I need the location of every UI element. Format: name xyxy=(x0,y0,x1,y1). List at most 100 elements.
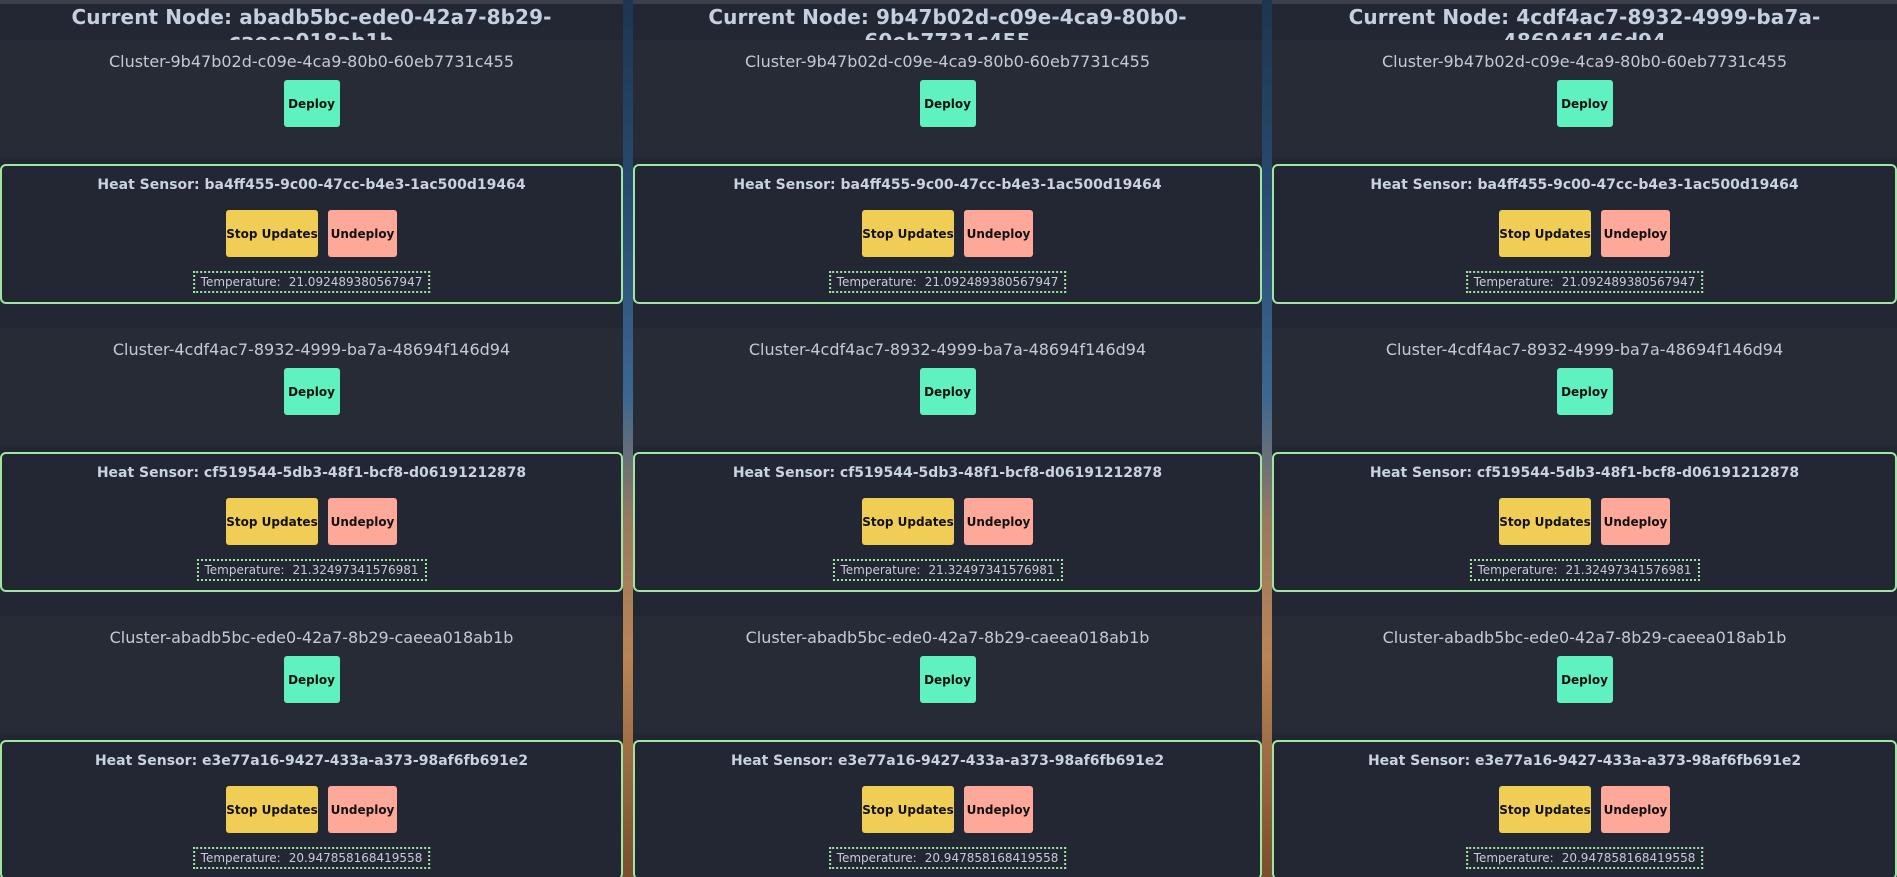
cluster-section: Cluster-9b47b02d-c09e-4ca9-80b0-60eb7731… xyxy=(633,40,1262,157)
stop-updates-button[interactable]: Stop Updates xyxy=(862,498,954,545)
heat-sensor-title: Heat Sensor: e3e77a16-9427-433a-a373-98a… xyxy=(1367,753,1802,769)
cluster-name: Cluster-4cdf4ac7-8932-4999-ba7a-48694f14… xyxy=(1385,340,1784,359)
desktop-wallpaper-strip xyxy=(1262,0,1272,877)
deploy-button[interactable]: Deploy xyxy=(283,80,340,127)
temperature-readout: Temperature: 21.092489380567947 xyxy=(1465,271,1704,293)
heat-sensor-card: Heat Sensor: ba4ff455-9c00-47cc-b4e3-1ac… xyxy=(1272,164,1897,304)
cluster-section: Cluster-9b47b02d-c09e-4ca9-80b0-60eb7731… xyxy=(0,40,623,157)
temperature-readout: Temperature: 21.32497341576981 xyxy=(1469,559,1700,581)
desktop-wallpaper-strip xyxy=(623,0,633,877)
temperature-value: 20.947858168419558 xyxy=(924,851,1059,865)
heat-sensor-title: Heat Sensor: ba4ff455-9c00-47cc-b4e3-1ac… xyxy=(1370,177,1799,193)
deploy-button[interactable]: Deploy xyxy=(1556,656,1613,703)
deploy-button[interactable]: Deploy xyxy=(1556,80,1613,127)
temperature-value: 21.32497341576981 xyxy=(1565,563,1692,577)
cluster-name: Cluster-9b47b02d-c09e-4ca9-80b0-60eb7731… xyxy=(1381,52,1788,71)
temperature-label: Temperature: xyxy=(836,851,917,865)
temperature-label: Temperature: xyxy=(204,563,285,577)
heat-sensor-title: Heat Sensor: cf519544-5db3-48f1-bcf8-d06… xyxy=(96,465,527,481)
node-panel: Current Node: abadb5bc-ede0-42a7-8b29-ca… xyxy=(0,0,623,877)
cluster-section: Cluster-4cdf4ac7-8932-4999-ba7a-48694f14… xyxy=(633,328,1262,445)
stop-updates-button[interactable]: Stop Updates xyxy=(1499,786,1591,833)
cluster-name: Cluster-4cdf4ac7-8932-4999-ba7a-48694f14… xyxy=(748,340,1147,359)
heat-sensor-card: Heat Sensor: cf519544-5db3-48f1-bcf8-d06… xyxy=(1272,452,1897,592)
heat-sensor-title: Heat Sensor: e3e77a16-9427-433a-a373-98a… xyxy=(94,753,529,769)
undeploy-button[interactable]: Undeploy xyxy=(1601,786,1670,833)
sensor-actions: Stop Updates Undeploy xyxy=(1274,210,1895,257)
undeploy-button[interactable]: Undeploy xyxy=(964,498,1033,545)
cluster-section: Cluster-4cdf4ac7-8932-4999-ba7a-48694f14… xyxy=(0,328,623,445)
temperature-readout: Temperature: 21.092489380567947 xyxy=(192,271,431,293)
stop-updates-button[interactable]: Stop Updates xyxy=(862,210,954,257)
cluster-section: Cluster-abadb5bc-ede0-42a7-8b29-caeea018… xyxy=(0,616,623,733)
temperature-label: Temperature: xyxy=(1473,851,1554,865)
temperature-readout: Temperature: 21.32497341576981 xyxy=(196,559,427,581)
temperature-readout: Temperature: 21.092489380567947 xyxy=(828,271,1067,293)
sensor-actions: Stop Updates Undeploy xyxy=(635,786,1260,833)
deploy-button[interactable]: Deploy xyxy=(919,80,976,127)
undeploy-button[interactable]: Undeploy xyxy=(328,498,397,545)
deploy-button[interactable]: Deploy xyxy=(1556,368,1613,415)
deploy-button[interactable]: Deploy xyxy=(919,656,976,703)
window-top-edge xyxy=(0,0,623,4)
cluster-name: Cluster-4cdf4ac7-8932-4999-ba7a-48694f14… xyxy=(112,340,511,359)
cluster-name: Cluster-abadb5bc-ede0-42a7-8b29-caeea018… xyxy=(745,628,1150,647)
sensor-actions: Stop Updates Undeploy xyxy=(1274,786,1895,833)
sensor-actions: Stop Updates Undeploy xyxy=(635,498,1260,545)
stop-updates-button[interactable]: Stop Updates xyxy=(1499,210,1591,257)
undeploy-button[interactable]: Undeploy xyxy=(964,210,1033,257)
temperature-value: 21.092489380567947 xyxy=(924,275,1059,289)
temperature-label: Temperature: xyxy=(1477,563,1558,577)
cluster-name: Cluster-9b47b02d-c09e-4ca9-80b0-60eb7731… xyxy=(108,52,515,71)
heat-sensor-card: Heat Sensor: ba4ff455-9c00-47cc-b4e3-1ac… xyxy=(633,164,1262,304)
heat-sensor-card: Heat Sensor: e3e77a16-9427-433a-a373-98a… xyxy=(1272,740,1897,877)
heat-sensor-title: Heat Sensor: ba4ff455-9c00-47cc-b4e3-1ac… xyxy=(97,177,526,193)
temperature-value: 21.32497341576981 xyxy=(292,563,419,577)
deploy-button[interactable]: Deploy xyxy=(283,368,340,415)
heat-sensor-card: Heat Sensor: ba4ff455-9c00-47cc-b4e3-1ac… xyxy=(0,164,623,304)
stop-updates-button[interactable]: Stop Updates xyxy=(862,786,954,833)
temperature-label: Temperature: xyxy=(840,563,921,577)
undeploy-button[interactable]: Undeploy xyxy=(964,786,1033,833)
deploy-button[interactable]: Deploy xyxy=(283,656,340,703)
heat-sensor-card: Heat Sensor: cf519544-5db3-48f1-bcf8-d06… xyxy=(0,452,623,592)
sensor-actions: Stop Updates Undeploy xyxy=(2,786,621,833)
cluster-section: Cluster-4cdf4ac7-8932-4999-ba7a-48694f14… xyxy=(1272,328,1897,445)
sensor-actions: Stop Updates Undeploy xyxy=(2,210,621,257)
sensor-actions: Stop Updates Undeploy xyxy=(635,210,1260,257)
temperature-value: 20.947858168419558 xyxy=(1561,851,1696,865)
cluster-name: Cluster-9b47b02d-c09e-4ca9-80b0-60eb7731… xyxy=(744,52,1151,71)
stop-updates-button[interactable]: Stop Updates xyxy=(226,210,318,257)
temperature-readout: Temperature: 20.947858168419558 xyxy=(828,847,1067,869)
temperature-value: 21.092489380567947 xyxy=(288,275,423,289)
stop-updates-button[interactable]: Stop Updates xyxy=(1499,498,1591,545)
window-top-edge xyxy=(1272,0,1897,4)
undeploy-button[interactable]: Undeploy xyxy=(1601,210,1670,257)
undeploy-button[interactable]: Undeploy xyxy=(328,210,397,257)
undeploy-button[interactable]: Undeploy xyxy=(1601,498,1670,545)
undeploy-button[interactable]: Undeploy xyxy=(328,786,397,833)
window-top-edge xyxy=(633,0,1262,4)
sensor-actions: Stop Updates Undeploy xyxy=(2,498,621,545)
cluster-name: Cluster-abadb5bc-ede0-42a7-8b29-caeea018… xyxy=(1382,628,1787,647)
temperature-label: Temperature: xyxy=(200,275,281,289)
temperature-value: 21.092489380567947 xyxy=(1561,275,1696,289)
heat-sensor-title: Heat Sensor: e3e77a16-9427-433a-a373-98a… xyxy=(730,753,1165,769)
temperature-label: Temperature: xyxy=(836,275,917,289)
temperature-value: 20.947858168419558 xyxy=(288,851,423,865)
stop-updates-button[interactable]: Stop Updates xyxy=(226,498,318,545)
heat-sensor-title: Heat Sensor: ba4ff455-9c00-47cc-b4e3-1ac… xyxy=(733,177,1162,193)
cluster-section: Cluster-9b47b02d-c09e-4ca9-80b0-60eb7731… xyxy=(1272,40,1897,157)
temperature-readout: Temperature: 21.32497341576981 xyxy=(832,559,1063,581)
temperature-value: 21.32497341576981 xyxy=(928,563,1055,577)
node-panel: Current Node: 4cdf4ac7-8932-4999-ba7a-48… xyxy=(1272,0,1897,877)
temperature-label: Temperature: xyxy=(1473,275,1554,289)
cluster-section: Cluster-abadb5bc-ede0-42a7-8b29-caeea018… xyxy=(1272,616,1897,733)
heat-sensor-card: Heat Sensor: cf519544-5db3-48f1-bcf8-d06… xyxy=(633,452,1262,592)
stop-updates-button[interactable]: Stop Updates xyxy=(226,786,318,833)
deploy-button[interactable]: Deploy xyxy=(919,368,976,415)
heat-sensor-card: Heat Sensor: e3e77a16-9427-433a-a373-98a… xyxy=(0,740,623,877)
temperature-readout: Temperature: 20.947858168419558 xyxy=(192,847,431,869)
temperature-label: Temperature: xyxy=(200,851,281,865)
node-panel: Current Node: 9b47b02d-c09e-4ca9-80b0-60… xyxy=(633,0,1262,877)
